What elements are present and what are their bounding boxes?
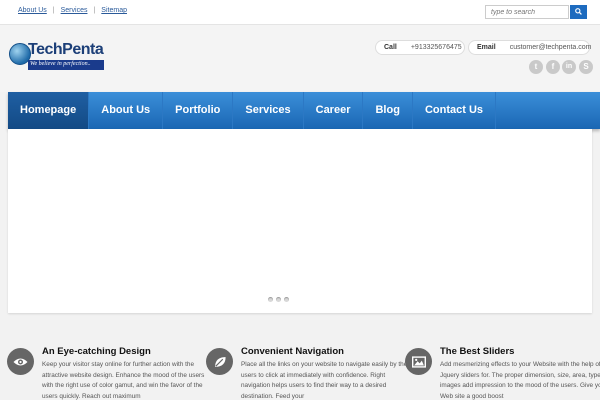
facebook-icon[interactable]: f (546, 60, 560, 74)
nav-item-career[interactable]: Career (304, 92, 364, 129)
nav-item-contact-us[interactable]: Contact Us (413, 92, 496, 129)
nav-item-about-us[interactable]: About Us (89, 92, 164, 129)
slider-dot[interactable] (284, 297, 289, 302)
image-icon (405, 348, 432, 375)
top-links: About Us | Services | Sitemap (18, 7, 127, 14)
call-value: +913325676475 (410, 44, 462, 51)
main-nav: Homepage About Us Portfolio Services Car… (8, 92, 600, 129)
nav-item-services[interactable]: Services (233, 92, 304, 129)
image-slider (8, 129, 592, 313)
search-icon (575, 8, 582, 15)
sitemap-link[interactable]: Sitemap (101, 7, 127, 14)
feature-text: Add mesmerizing effects to your Website … (440, 361, 600, 400)
feature-title: Convenient Navigation (241, 346, 344, 357)
call-label: Call (384, 44, 397, 51)
twitter-icon[interactable]: t (529, 60, 543, 74)
skype-icon[interactable]: S (579, 60, 593, 74)
eye-icon (7, 348, 34, 375)
feature-title: The Best Sliders (440, 346, 515, 357)
separator: | (93, 7, 96, 14)
search-input[interactable] (485, 5, 569, 19)
leaf-icon (206, 348, 233, 375)
feature-text: Place all the links on your website to n… (241, 361, 408, 400)
services-link[interactable]: Services (61, 7, 88, 14)
tagline: We believe in perfection.. (28, 60, 104, 70)
nav-item-homepage[interactable]: Homepage (8, 92, 90, 129)
top-bar: About Us | Services | Sitemap (0, 0, 600, 25)
linkedin-icon[interactable]: in (562, 60, 576, 74)
feature-convenient-navigation: Convenient Navigation Place all the link… (206, 325, 407, 400)
feature-text: Keep your visitor stay online for furthe… (42, 361, 205, 400)
logo[interactable]: TechPenta We believe in perfection.. (9, 41, 104, 71)
slider-dot[interactable] (276, 297, 281, 302)
email-value: customer@techpenta.com (509, 44, 592, 51)
email-info: Email customer@techpenta.com (468, 40, 592, 55)
header: TechPenta We believe in perfection.. Cal… (0, 25, 600, 92)
features-section: An Eye-catching Design Keep your visitor… (0, 325, 600, 400)
slider-dot[interactable] (268, 297, 273, 302)
call-info: Call +913325676475 (375, 40, 465, 55)
feature-title: An Eye-catching Design (42, 346, 151, 357)
feature-best-sliders: The Best Sliders Add mesmerizing effects… (405, 325, 600, 400)
search-button[interactable] (570, 5, 587, 19)
nav-item-portfolio[interactable]: Portfolio (163, 92, 234, 129)
email-label: Email (477, 44, 496, 51)
slider-pagination (268, 297, 289, 302)
about-us-link[interactable]: About Us (18, 7, 47, 14)
nav-item-blog[interactable]: Blog (363, 92, 413, 129)
feature-eye-catching-design: An Eye-catching Design Keep your visitor… (7, 325, 204, 400)
separator: | (52, 7, 55, 14)
logo-text: TechPenta (28, 41, 104, 58)
